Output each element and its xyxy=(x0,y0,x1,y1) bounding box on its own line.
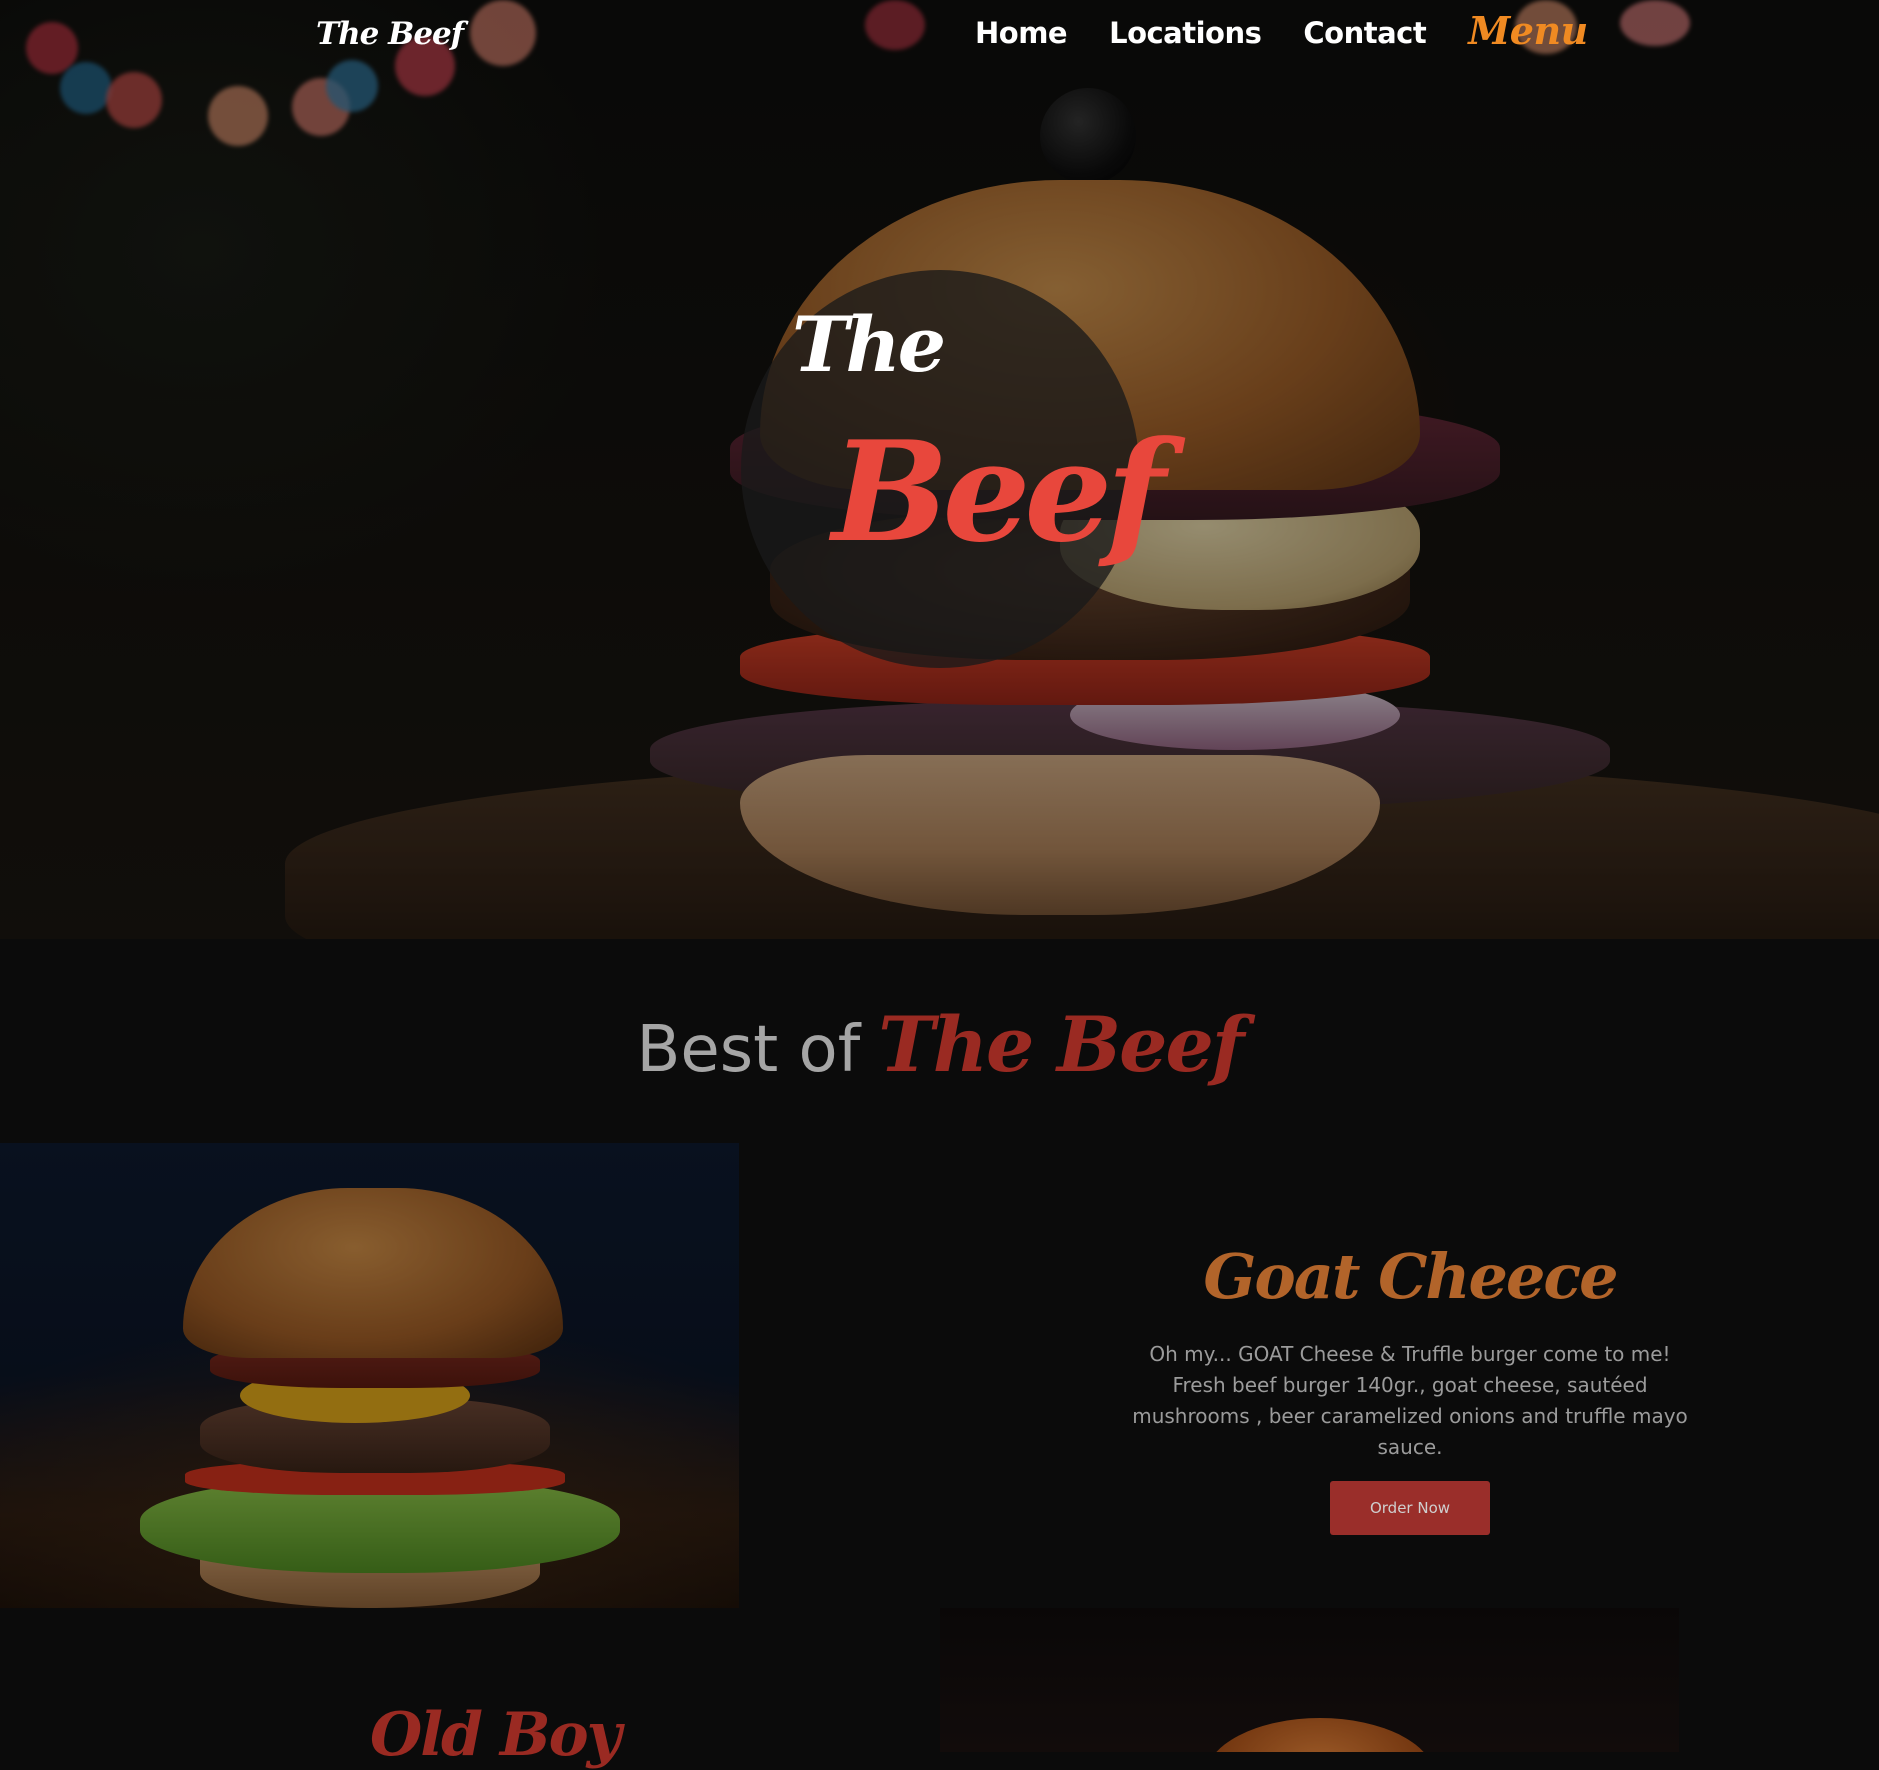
nav-menu[interactable]: Menu xyxy=(1468,8,1588,53)
menu-item-goat-cheece: Goat Cheece Oh my... GOAT Cheese & Truff… xyxy=(1110,1240,1710,1535)
best-of-lead: Best of xyxy=(636,1013,861,1087)
hero-badge-line2: Beef xyxy=(832,410,1166,573)
photo-overlay xyxy=(0,1143,739,1608)
best-of-brand: The Beef xyxy=(878,1000,1244,1089)
nav-contact[interactable]: Contact xyxy=(1303,16,1426,50)
main-nav: Home Locations Contact Menu xyxy=(975,8,1588,53)
nav-locations[interactable]: Locations xyxy=(1109,16,1262,50)
order-now-button[interactable]: Order Now xyxy=(1330,1481,1490,1535)
menu-item-title-old-boy: Old Boy xyxy=(370,1700,621,1770)
hero-badge-line1: The xyxy=(792,300,946,389)
best-of-heading: Best of The Beef xyxy=(0,1000,1879,1089)
hero-section: The Beef xyxy=(0,0,1879,939)
menu-item-title: Goat Cheece xyxy=(1203,1240,1618,1313)
site-logo[interactable]: The Beef xyxy=(316,16,464,52)
menu-item-description: Oh my... GOAT Cheese & Truffle burger co… xyxy=(1132,1342,1688,1459)
photo-overlay xyxy=(940,1608,1679,1752)
old-boy-burger-photo xyxy=(940,1608,1679,1752)
nav-home[interactable]: Home xyxy=(975,16,1068,50)
goat-cheese-burger-photo xyxy=(0,1143,739,1608)
